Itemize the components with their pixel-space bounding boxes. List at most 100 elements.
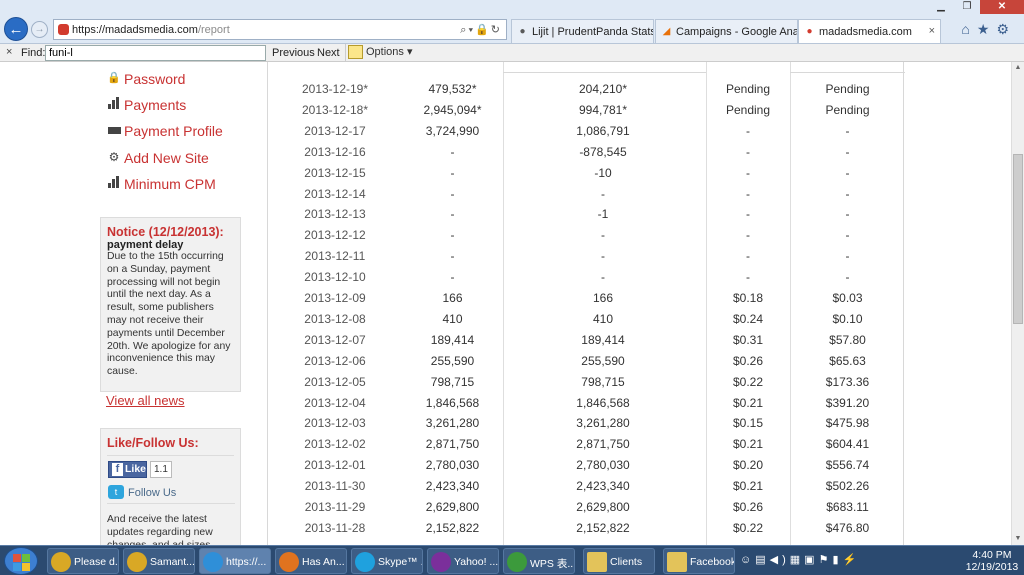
facebook-like-button[interactable]: f Like — [108, 461, 147, 478]
table-row: 2013-12-10 - - - - — [268, 267, 905, 288]
firefox-icon — [279, 552, 299, 572]
cell-impressions: 798,715 — [430, 374, 475, 389]
view-all-news-link[interactable]: View all news — [106, 393, 185, 408]
taskbar-item[interactable]: Samant... — [123, 548, 195, 574]
table-row: 2013-12-18* 2,945,094* 994,781* Pending Pend… — [268, 100, 905, 121]
system-clock[interactable]: 4:40 PM 12/19/2013 — [964, 549, 1020, 573]
cell-date: 2013-12-13 — [304, 207, 366, 222]
find-input[interactable] — [45, 45, 266, 61]
cell-cpm: - — [746, 186, 750, 201]
close-window-icon[interactable]: ✕ — [980, 0, 1024, 14]
find-previous-button[interactable]: Previous — [272, 47, 315, 59]
cell-cpm: $0.26 — [732, 500, 764, 514]
page-scrollbar[interactable]: ▲ ▼ — [1011, 62, 1024, 545]
tab-label: Lijit | PrudentPanda Stats — [532, 26, 654, 38]
sidebar: 🔒 Password Payments Payment Profile ⚙ Add New… — [100, 62, 241, 545]
address-bar-icons[interactable]: ⌕▾🔒↻ — [460, 23, 502, 37]
sidebar-item-label: Minimum CPM — [124, 176, 216, 192]
cell-impressions: 2,780,030 — [425, 458, 480, 473]
cell-date: 2013-11-28 — [304, 520, 366, 535]
cell-impressions: 2,871,750 — [425, 437, 480, 452]
sidebar-item-label: Payments — [124, 97, 187, 113]
cell-cpm: Pending — [725, 82, 771, 96]
taskbar-item[interactable]: https://... — [199, 548, 271, 574]
browser-tab-2[interactable]: ● madadsmedia.com × — [798, 19, 941, 43]
cell-date: 2013-11-29 — [304, 500, 366, 514]
cell-cpm: - — [746, 144, 750, 159]
taskbar-item[interactable]: Please d... — [47, 548, 119, 574]
address-bar[interactable]: https://madadsmedia.com/report ⌕▾🔒↻ — [53, 19, 507, 40]
volume-icon: ◀) — [769, 554, 790, 566]
cell-impressions: 189,414 — [430, 332, 475, 347]
cell-clicks: - — [601, 249, 605, 264]
find-options-button[interactable]: Options ▾ — [345, 44, 419, 61]
cell-cpm: $0.31 — [732, 332, 764, 347]
social-divider — [107, 503, 235, 504]
cell-date: 2013-12-11 — [304, 249, 366, 264]
scroll-down-icon[interactable]: ▼ — [1012, 533, 1024, 545]
table-row: 2013-12-07 189,414 189,414 $0.31 $57.80 — [268, 330, 905, 351]
folder-icon — [587, 552, 607, 572]
tab-label: madadsmedia.com — [819, 26, 912, 38]
cell-revenue: - — [845, 144, 850, 159]
cell-date: 2013-12-01 — [304, 458, 366, 473]
cell-date: 2013-12-16 — [304, 144, 366, 159]
table-row: 2013-11-30 2,423,340 2,423,340 $0.21 $502.26 — [268, 476, 905, 497]
table-row: 2013-12-17 3,724,990 1,086,791 - - — [268, 121, 905, 142]
window-controls: ▁ ❐ ✕ — [928, 0, 1024, 14]
scroll-up-icon[interactable]: ▲ — [1012, 62, 1024, 74]
cell-clicks: - — [601, 228, 605, 243]
highlight-icon — [348, 45, 363, 59]
cell-clicks: 798,715 — [581, 374, 625, 389]
scrollbar-thumb[interactable] — [1013, 154, 1023, 324]
cell-revenue: - — [845, 165, 850, 180]
taskbar-item[interactable]: Skype™ ... — [351, 548, 423, 574]
close-find-icon[interactable]: × — [6, 46, 12, 58]
browser-tab-0[interactable]: ● Lijit | PrudentPanda Stats — [511, 19, 654, 43]
system-tray[interactable]: ☺▤◀)▦▣⚑▮⚡ — [740, 553, 860, 566]
taskbar-item[interactable]: WPS 表... — [503, 548, 575, 574]
forward-button[interactable]: → — [31, 21, 48, 38]
cell-date: 2013-12-15 — [304, 165, 366, 180]
taskbar-item[interactable]: Clients — [583, 548, 655, 574]
start-button[interactable] — [4, 547, 38, 575]
tab-label: Campaigns - Google Analytics — [676, 26, 797, 38]
find-next-button[interactable]: Next — [317, 47, 340, 59]
taskbar-item[interactable]: Facebook — [663, 548, 735, 574]
flag-icon: ⚑ — [818, 554, 833, 566]
cell-clicks: 2,629,800 — [576, 500, 630, 514]
cell-revenue: $502.26 — [825, 479, 870, 494]
browser-tab-1[interactable]: ◢ Campaigns - Google Analytics — [655, 19, 798, 43]
cell-revenue: $173.36 — [825, 374, 870, 389]
cell-cpm: $0.20 — [732, 458, 764, 473]
table-row: 2013-12-04 1,846,568 1,846,568 $0.21 $391.20 — [268, 393, 905, 414]
facebook-icon: f — [112, 463, 123, 476]
cell-impressions: - — [450, 207, 455, 222]
cell-clicks: 2,152,822 — [576, 520, 630, 535]
cell-impressions: - — [450, 165, 455, 180]
table-row: 2013-12-19* 479,532* 204,210* Pending Pendin… — [268, 79, 905, 100]
table-row: 2013-12-14 - - - - — [268, 184, 905, 205]
cell-cpm: - — [746, 123, 750, 138]
cell-date: 2013-11-30 — [304, 479, 366, 494]
chrome-icon — [51, 552, 71, 572]
cell-date: 2013-12-10 — [304, 270, 366, 285]
taskbar-item[interactable]: Has An... — [275, 548, 347, 574]
maximize-icon[interactable]: ❐ — [954, 0, 980, 14]
site-favicon — [58, 24, 69, 35]
cell-revenue: Pending — [825, 102, 870, 117]
cell-clicks: 255,590 — [581, 353, 625, 368]
table-row: 2013-12-05 798,715 798,715 $0.22 $173.36 — [268, 372, 905, 393]
close-tab-icon[interactable]: × — [929, 25, 935, 37]
taskbar-item-label: WPS 表... — [530, 558, 575, 570]
cell-date: 2013-12-02 — [304, 437, 366, 452]
cell-revenue: $476.80 — [825, 520, 870, 535]
minimize-icon[interactable]: ▁ — [928, 0, 954, 14]
table-row: 2013-12-06 255,590 255,590 $0.26 $65.63 — [268, 351, 905, 372]
toolbar-right-icons[interactable]: ⌂★⚙ — [961, 21, 1016, 38]
window-titlebar: ▁ ❐ ✕ — [0, 0, 1024, 14]
taskbar-item[interactable]: Yahoo! ... — [427, 548, 499, 574]
back-button[interactable]: ← — [4, 17, 28, 41]
cell-cpm: - — [746, 228, 750, 243]
cell-date: 2013-12-18* — [301, 102, 369, 117]
